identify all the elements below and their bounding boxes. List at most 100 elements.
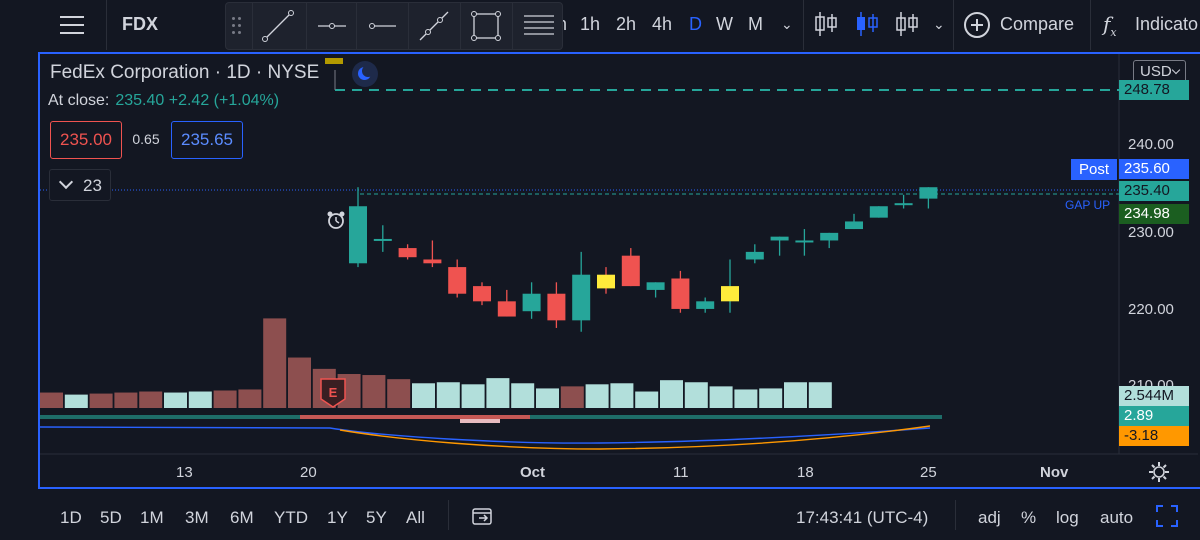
candle	[770, 236, 789, 256]
range-1d[interactable]: 1D	[60, 508, 82, 528]
indicators-collapse-button[interactable]: 23	[49, 169, 111, 201]
time-label-month: Oct	[520, 464, 546, 481]
close-value: 235.40 +2.42 (+1.04%)	[115, 92, 280, 109]
candle	[547, 282, 566, 328]
buy-button[interactable]: 235.65	[171, 121, 243, 159]
time-label-month: Nov	[1040, 464, 1069, 481]
percent-toggle[interactable]: %	[1021, 508, 1036, 528]
candle-body	[522, 293, 541, 312]
candle-body	[349, 206, 367, 264]
candle	[621, 248, 640, 287]
candle-body	[745, 251, 764, 260]
volume-bar	[89, 393, 113, 408]
volume-bar	[40, 392, 63, 408]
candle	[572, 251, 591, 332]
candle	[696, 297, 715, 313]
volume-bar	[213, 390, 237, 408]
candle-body	[646, 282, 665, 290]
volume-bar	[684, 382, 708, 408]
volume-bar	[387, 379, 411, 408]
macd-label: 2.89	[1119, 406, 1189, 426]
range-1m[interactable]: 1M	[140, 508, 164, 528]
time-label: 11	[673, 464, 689, 481]
candle	[845, 213, 863, 230]
candle-body	[572, 274, 591, 321]
candle	[497, 289, 516, 317]
volume-bar	[709, 386, 733, 408]
volume-bar	[238, 389, 262, 408]
log-toggle[interactable]: log	[1056, 508, 1079, 528]
volume-label: 2.544M	[1119, 386, 1189, 406]
candle-body	[721, 286, 739, 302]
candle	[597, 267, 615, 294]
candle-body	[398, 248, 417, 258]
gap-up-label: GAP UP	[1065, 198, 1111, 212]
volume-bar	[511, 383, 535, 408]
time-label: 20	[300, 464, 317, 481]
candle	[919, 187, 938, 209]
candle-body	[597, 274, 615, 289]
candle	[795, 229, 814, 256]
moving-average-label: 234.98	[1119, 204, 1189, 224]
candle	[820, 232, 839, 249]
candle-body	[894, 203, 913, 206]
volume-bar	[461, 384, 485, 408]
range-ytd[interactable]: YTD	[274, 508, 308, 528]
candle-body	[473, 286, 491, 302]
range-1y[interactable]: 1Y	[327, 508, 348, 528]
gear-icon[interactable]	[1148, 461, 1170, 483]
sell-button[interactable]: 235.00	[50, 121, 122, 159]
range-all[interactable]: All	[406, 508, 425, 528]
time-label: 13	[176, 464, 193, 481]
volume-bar	[660, 380, 683, 408]
go-to-date-icon[interactable]	[470, 504, 494, 528]
volume-bar	[436, 382, 460, 408]
candle	[398, 244, 417, 260]
after-hours-moon-icon	[352, 61, 378, 87]
candle	[646, 282, 665, 298]
volume-bar	[64, 394, 88, 408]
volume-bar	[188, 391, 212, 408]
candle-body	[547, 293, 566, 321]
volume-bar	[759, 388, 783, 408]
volume-bar	[808, 382, 832, 408]
bottom-toolbar: 1D 5D 1M 3M 6M YTD 1Y 5Y All 17:43:41 (U…	[0, 492, 1200, 540]
volume-bar	[486, 378, 510, 408]
price-tick: 230.00	[1128, 224, 1174, 241]
signal-label: -3.18	[1119, 426, 1189, 446]
range-5y[interactable]: 5Y	[366, 508, 387, 528]
range-3m[interactable]: 3M	[185, 508, 209, 528]
candle-body	[919, 187, 938, 199]
candle-body	[671, 278, 690, 309]
candle	[373, 225, 392, 252]
price-tick: 220.00	[1128, 301, 1174, 318]
candle	[473, 282, 491, 306]
clock-timezone[interactable]: 17:43:41 (UTC-4)	[796, 508, 928, 528]
volume-bar	[610, 383, 634, 408]
candle	[721, 259, 739, 313]
spread-value: 0.65	[132, 131, 160, 147]
alarm-clock-icon	[327, 211, 345, 229]
legend-title[interactable]: FedEx Corporation · 1D · NYSE	[50, 62, 319, 84]
range-5d[interactable]: 5D	[100, 508, 122, 528]
alert-price-label[interactable]: 248.78	[1119, 80, 1189, 100]
volume-bar	[585, 384, 609, 408]
adj-toggle[interactable]: adj	[978, 508, 1001, 528]
volume-bar	[288, 357, 311, 408]
auto-toggle[interactable]: auto	[1100, 508, 1133, 528]
volume-bar	[635, 391, 659, 408]
indicator-count: 23	[83, 176, 102, 195]
candle-body	[373, 238, 392, 241]
volume-bar	[362, 375, 386, 408]
volume-bar	[114, 392, 138, 408]
candle-body	[845, 221, 863, 230]
time-label: 18	[797, 464, 814, 481]
range-6m[interactable]: 6M	[230, 508, 254, 528]
candle-body	[696, 301, 715, 309]
volume-bar	[164, 392, 187, 408]
fullscreen-icon[interactable]	[1156, 505, 1178, 527]
candle	[869, 206, 888, 218]
price-tick: 240.00	[1128, 136, 1174, 153]
post-market-tag: Post	[1071, 159, 1117, 180]
time-label: 25	[920, 464, 937, 481]
